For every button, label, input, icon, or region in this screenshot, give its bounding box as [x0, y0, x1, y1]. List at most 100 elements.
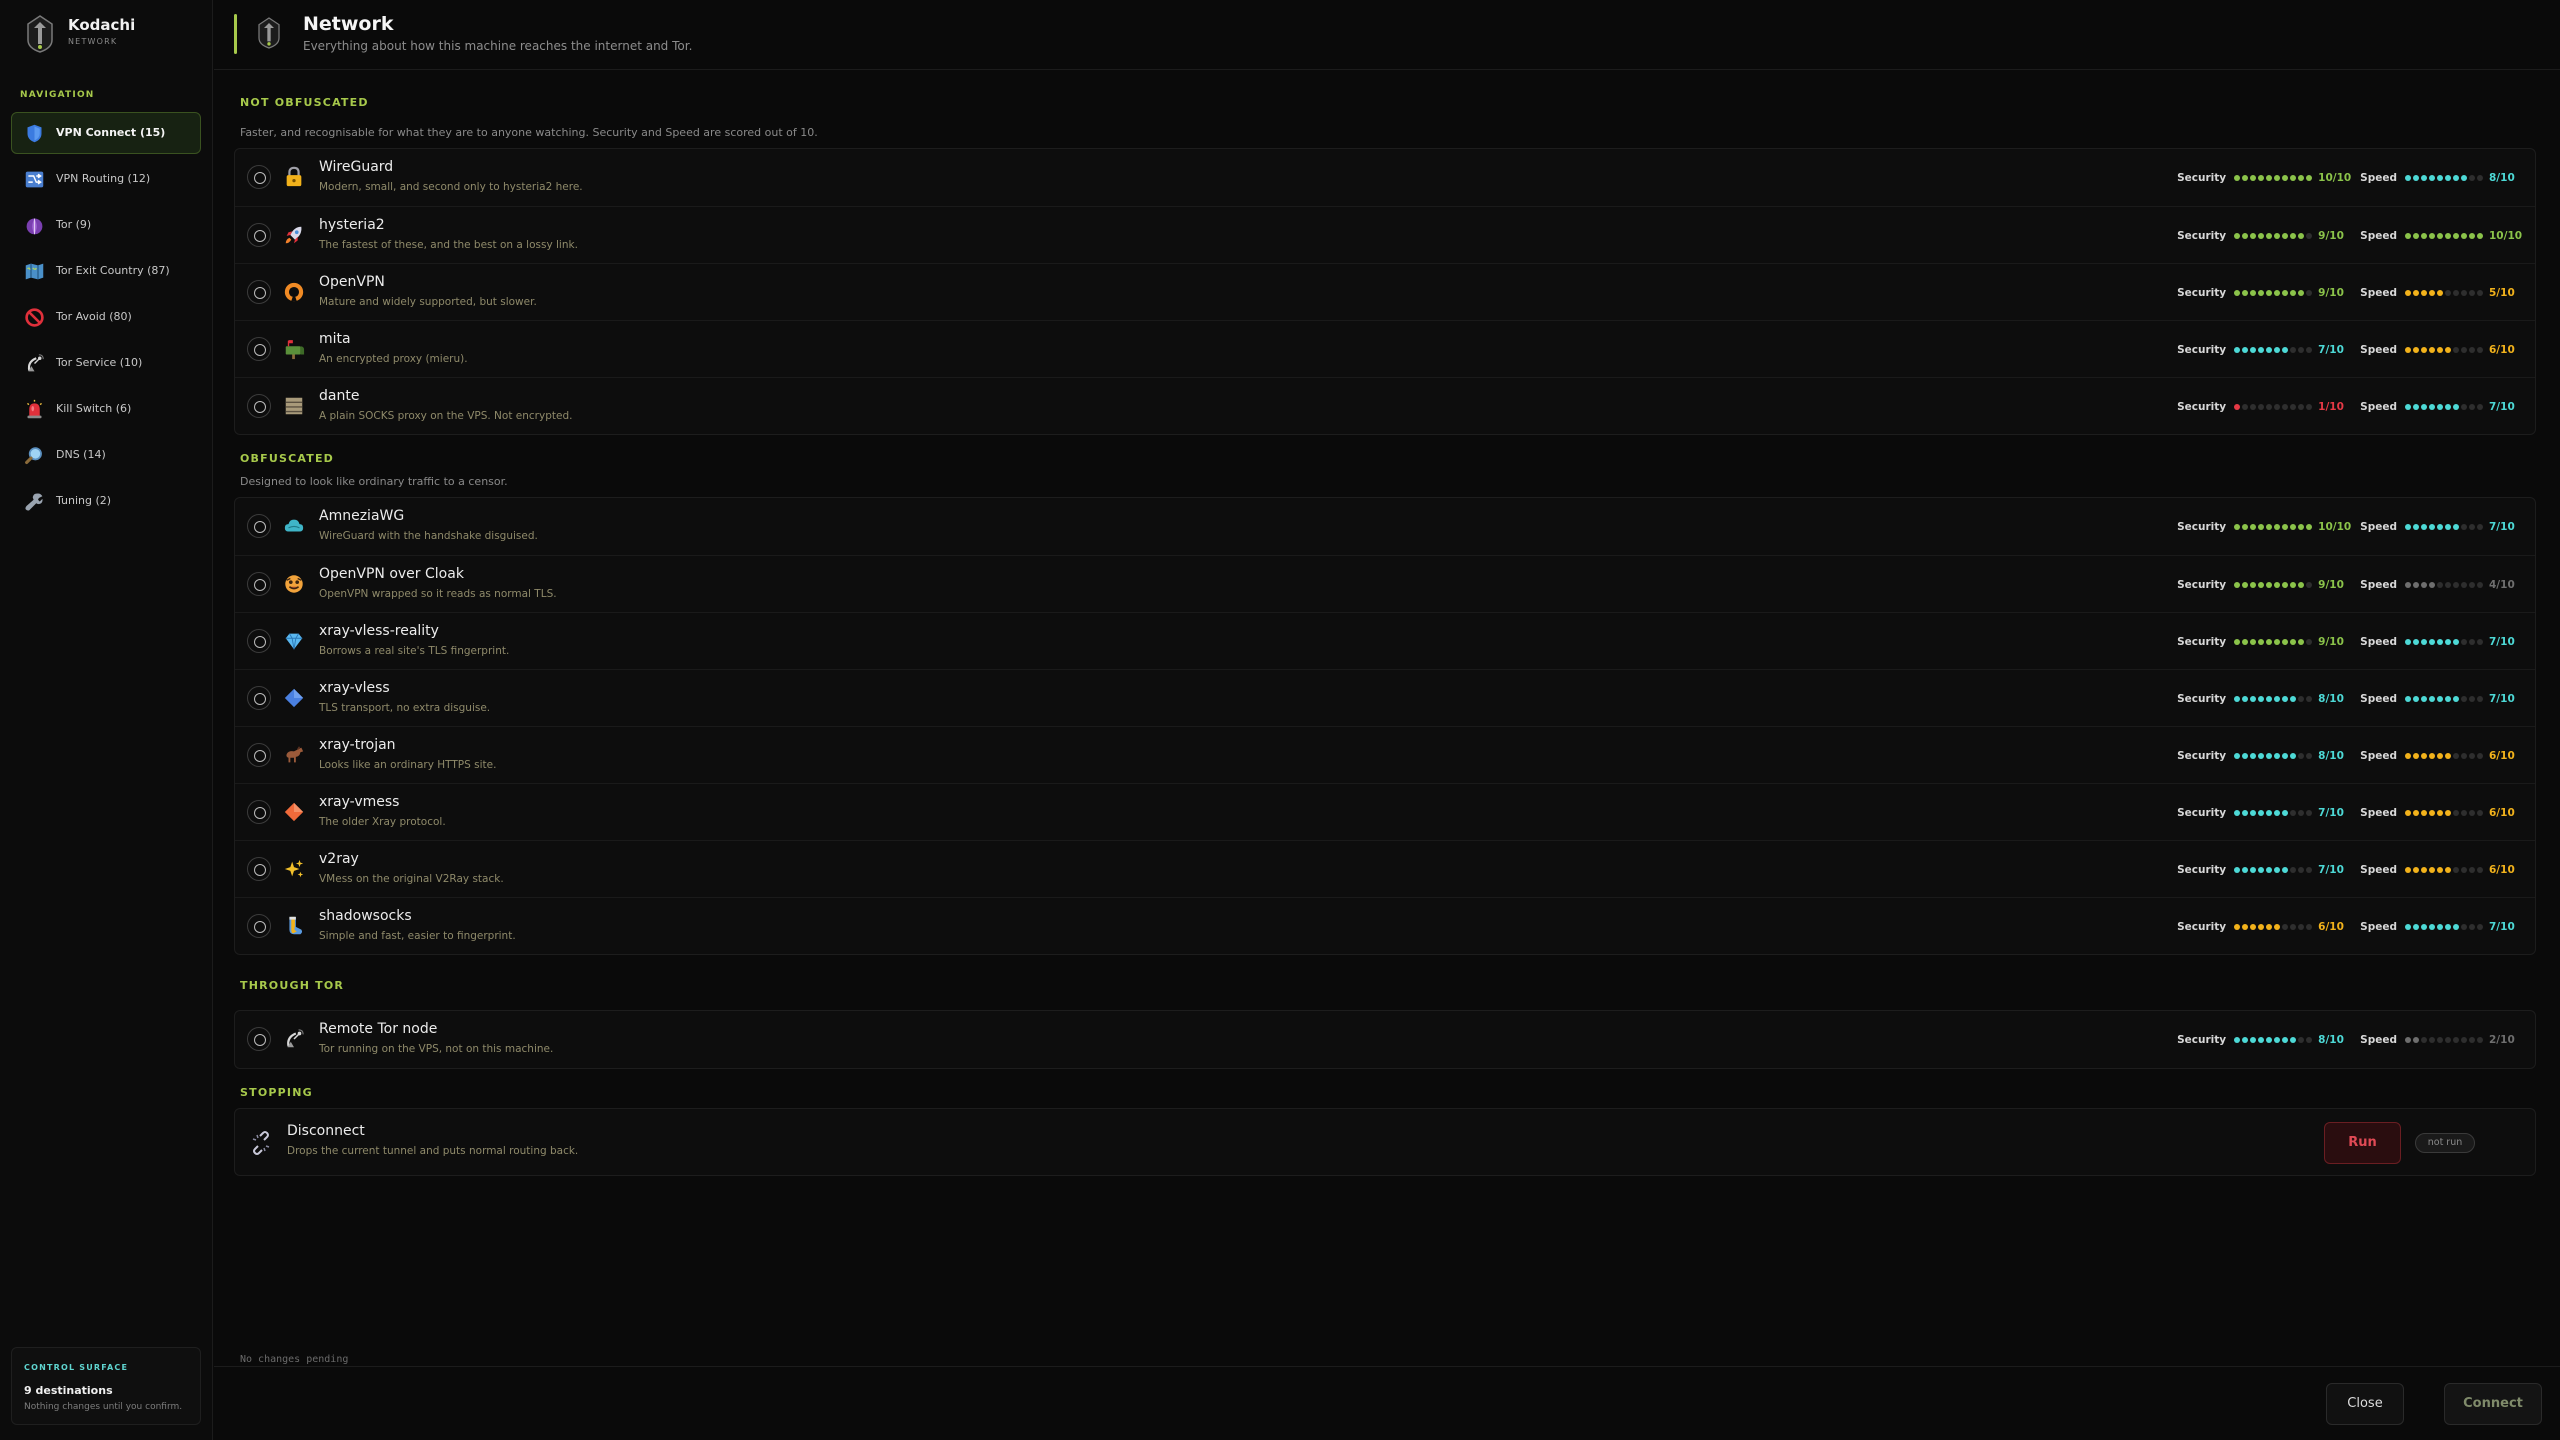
rating-dot: [2445, 924, 2451, 930]
protocol-description: Mature and widely supported, but slower.: [319, 296, 537, 308]
protocol-row-xray-vless-reality[interactable]: xray-vless-reality Borrows a real site's …: [235, 612, 2535, 669]
protocol-radio[interactable]: [247, 165, 271, 189]
protocol-description: OpenVPN wrapped so it reads as normal TL…: [319, 588, 557, 600]
rating-dot: [2250, 347, 2257, 353]
protocol-row-openvpn-over-cloak[interactable]: OpenVPN over Cloak OpenVPN wrapped so it …: [235, 555, 2535, 612]
protocol-group-through-tor: Remote Tor node Tor running on the VPS, n…: [234, 1010, 2536, 1069]
page-subtitle: Everything about how this machine reache…: [303, 39, 693, 53]
protocol-row-xray-trojan[interactable]: xray-trojan Looks like an ordinary HTTPS …: [235, 726, 2535, 783]
rating-dot: [2413, 582, 2419, 588]
protocol-row-mita[interactable]: mita An encrypted proxy (mieru). Security 7…: [235, 320, 2535, 377]
protocol-radio[interactable]: [247, 572, 271, 596]
rating-dot: [2290, 175, 2297, 181]
protocol-radio[interactable]: [247, 686, 271, 710]
protocol-radio[interactable]: [247, 394, 271, 418]
protocol-row-shadowsocks[interactable]: shadowsocks Simple and fast, easier to fi…: [235, 897, 2535, 954]
rating-dot: [2290, 924, 2297, 930]
rating-dot: [2250, 290, 2257, 296]
rating-dot: [2306, 696, 2313, 702]
sidebar-item-kill-switch[interactable]: Kill Switch (6): [11, 388, 201, 430]
security-label: Security: [2177, 172, 2227, 184]
protocol-ratings: Security 8/10 Speed 2/10: [2177, 1033, 2519, 1047]
rating-dot: [2258, 867, 2265, 873]
rating-dot: [2250, 233, 2257, 239]
protocol-row-amneziawg[interactable]: AmneziaWG WireGuard with the handshake di…: [235, 498, 2535, 555]
rating-dot: [2234, 233, 2241, 239]
rating-dot: [2413, 290, 2419, 296]
rating-dot: [2234, 1037, 2241, 1043]
rating-dot: [2266, 867, 2273, 873]
rating-dot: [2421, 1037, 2427, 1043]
rating-dot: [2266, 233, 2273, 239]
rating-dot: [2306, 347, 2313, 353]
brand: Kodachi NETWORK: [22, 14, 202, 56]
rating-dot: [2469, 867, 2475, 873]
protocol-radio[interactable]: [247, 857, 271, 881]
blue-diamond-icon: [283, 687, 305, 709]
rating-dot: [2405, 233, 2411, 239]
connect-button[interactable]: Connect: [2444, 1383, 2542, 1425]
rating-dot: [2421, 404, 2427, 410]
protocol-radio[interactable]: [247, 800, 271, 824]
protocol-row-v2ray[interactable]: v2ray VMess on the original V2Ray stack. S…: [235, 840, 2535, 897]
section-heading-through-tor: THROUGH TOR: [240, 979, 345, 992]
kodachi-logo-icon: [27, 15, 53, 53]
rating-dot: [2469, 524, 2475, 530]
protocol-row-remote-tor-node[interactable]: Remote Tor node Tor running on the VPS, n…: [235, 1011, 2535, 1068]
close-button[interactable]: Close: [2326, 1383, 2404, 1425]
sidebar-item-label: Tor (9): [56, 218, 92, 231]
rating-dot: [2413, 524, 2419, 530]
protocol-row-hysteria2[interactable]: hysteria2 The fastest of these, and the b…: [235, 206, 2535, 263]
rating-dot: [2234, 924, 2241, 930]
rating-dot: [2290, 290, 2297, 296]
rating-dot: [2405, 175, 2411, 181]
protocol-radio[interactable]: [247, 514, 271, 538]
protocol-row-xray-vless[interactable]: xray-vless TLS transport, no extra disgui…: [235, 669, 2535, 726]
rating-dot: [2437, 753, 2443, 759]
sidebar-item-tor-exit-country[interactable]: Tor Exit Country (87): [11, 250, 201, 292]
rating-dot: [2469, 347, 2475, 353]
rating-dot: [2429, 924, 2435, 930]
rating-dot: [2242, 639, 2249, 645]
protocol-radio[interactable]: [247, 280, 271, 304]
rating-dot: [2274, 290, 2281, 296]
protocol-ratings: Security 8/10 Speed 6/10: [2177, 749, 2519, 763]
protocol-radio[interactable]: [247, 1027, 271, 1051]
rating-dot: [2437, 290, 2443, 296]
rating-dot: [2453, 290, 2459, 296]
rating-dot: [2298, 696, 2305, 702]
sidebar-item-dns[interactable]: DNS (14): [11, 434, 201, 476]
sidebar-item-tor-avoid[interactable]: Tor Avoid (80): [11, 296, 201, 338]
sidebar-item-tor-service[interactable]: Tor Service (10): [11, 342, 201, 384]
rating-dot: [2461, 582, 2467, 588]
rating-dot: [2242, 753, 2249, 759]
protocol-row-xray-vmess[interactable]: xray-vmess The older Xray protocol. Securi…: [235, 783, 2535, 840]
app-name: Kodachi: [68, 16, 136, 34]
security-score: 7/10: [2318, 864, 2344, 876]
rating-dot: [2405, 582, 2411, 588]
rating-dot: [2469, 753, 2475, 759]
security-label: Security: [2177, 1034, 2227, 1046]
sidebar-item-vpn-routing[interactable]: VPN Routing (12): [11, 158, 201, 200]
rating-dot: [2477, 924, 2483, 930]
sidebar-item-tor[interactable]: Tor (9): [11, 204, 201, 246]
protocol-description: The older Xray protocol.: [319, 816, 446, 828]
rating-dot: [2242, 696, 2249, 702]
protocol-row-wireguard[interactable]: WireGuard Modern, small, and second only …: [235, 149, 2535, 206]
run-disconnect-button[interactable]: Run: [2324, 1122, 2401, 1164]
sidebar-item-tuning[interactable]: Tuning (2): [11, 480, 201, 522]
protocol-radio[interactable]: [247, 914, 271, 938]
rating-dot: [2437, 175, 2443, 181]
protocol-row-dante[interactable]: dante A plain SOCKS proxy on the VPS. Not…: [235, 377, 2535, 434]
protocol-row-openvpn[interactable]: OpenVPN Mature and widely supported, but …: [235, 263, 2535, 320]
sidebar-item-vpn-connect[interactable]: VPN Connect (15): [11, 112, 201, 154]
rating-dot: [2266, 924, 2273, 930]
run-status-badge: not run: [2415, 1133, 2475, 1153]
protocol-radio[interactable]: [247, 337, 271, 361]
protocol-radio[interactable]: [247, 743, 271, 767]
rating-dot: [2274, 233, 2281, 239]
rating-dot: [2258, 404, 2265, 410]
protocol-ratings: Security 9/10 Speed 4/10: [2177, 578, 2519, 592]
protocol-radio[interactable]: [247, 629, 271, 653]
protocol-radio[interactable]: [247, 223, 271, 247]
